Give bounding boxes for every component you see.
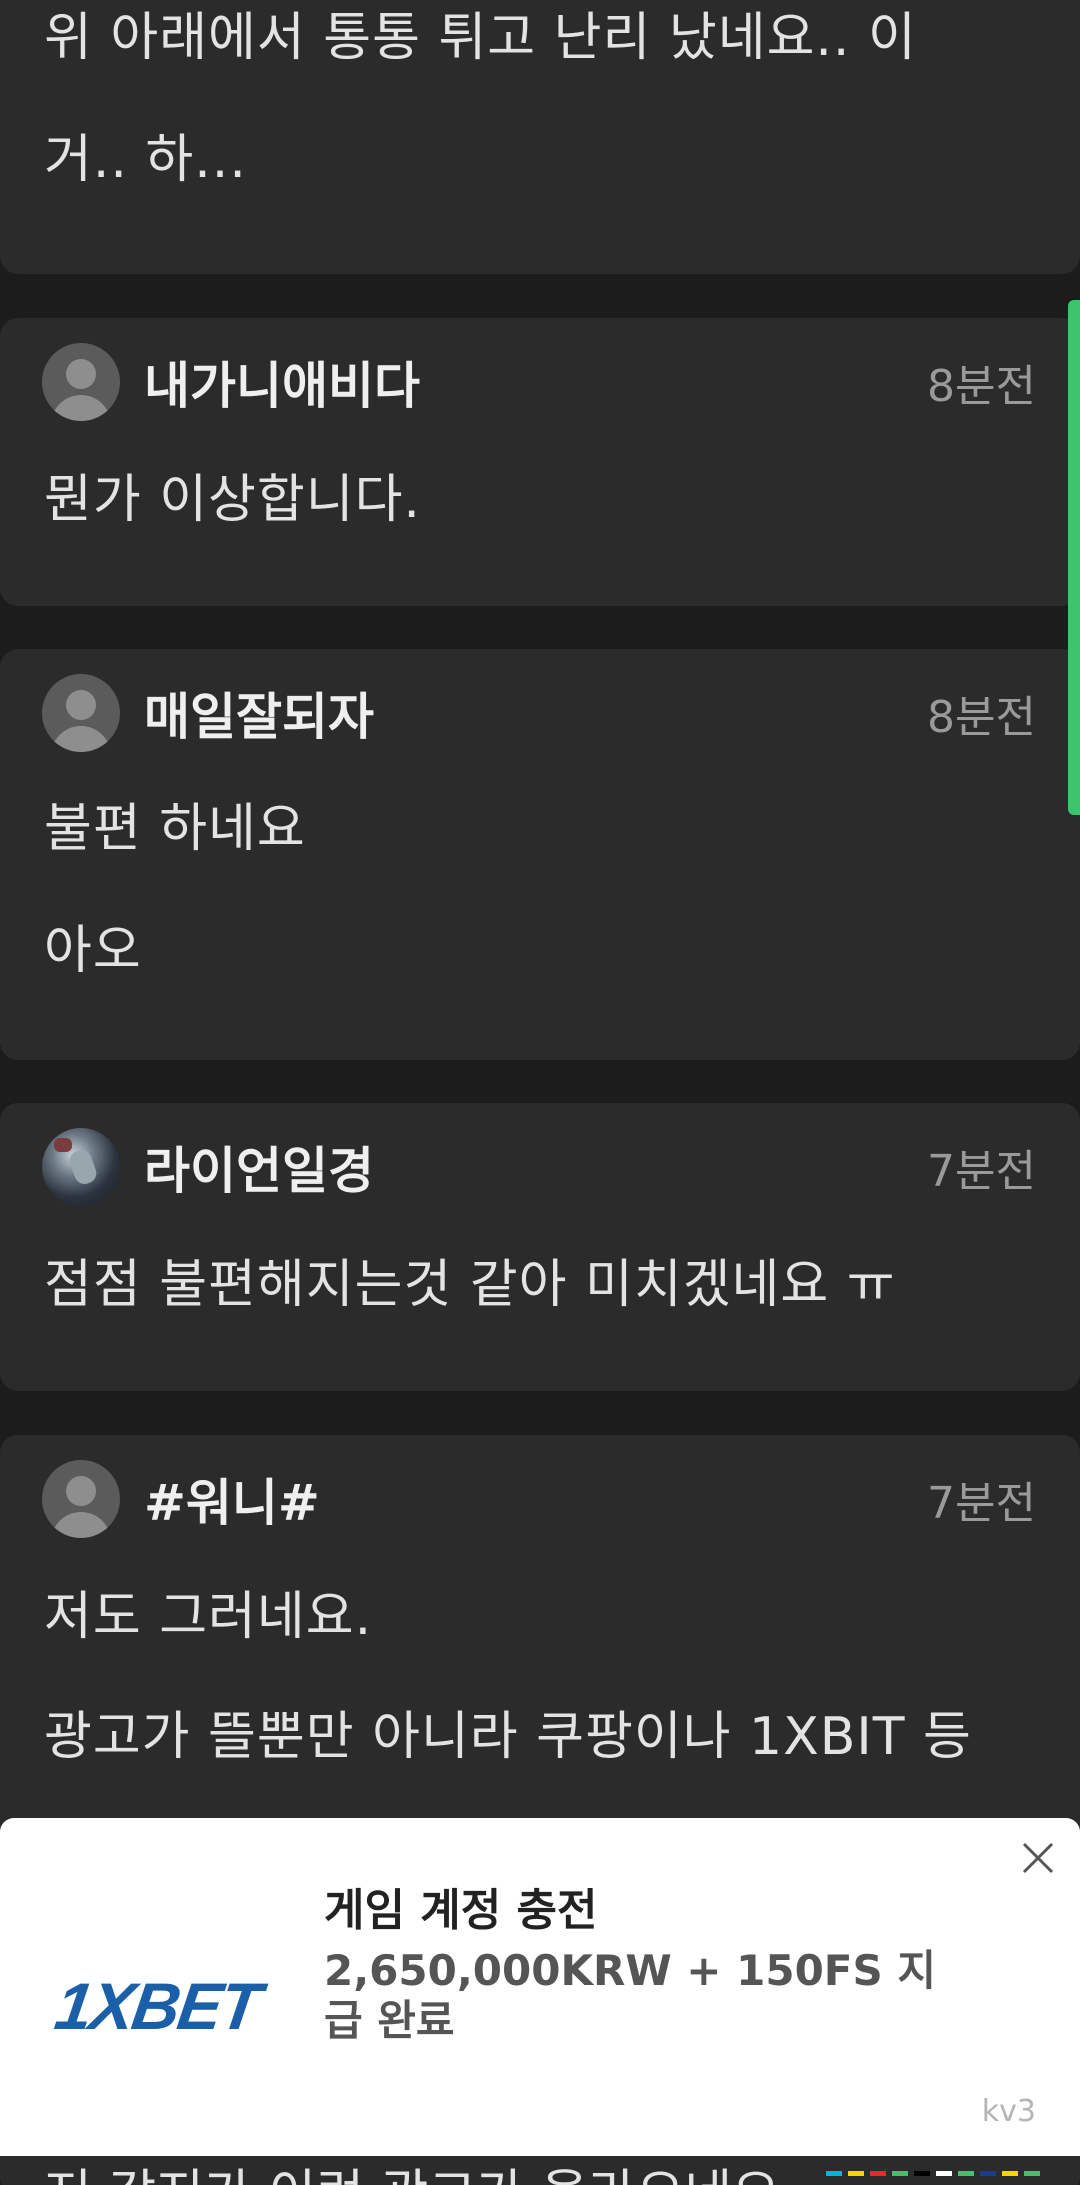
comment-item[interactable]: 매일잘되자 8분전 불편 하네요 아오 — [0, 649, 1080, 1060]
comment-header: 내가니애비다 8분전 — [42, 342, 1036, 422]
comment-username[interactable]: #워니# — [144, 1463, 927, 1535]
ad-tag: kv3 — [981, 2094, 1036, 2129]
post-content-card: 위 아래에서 통통 튀고 난리 났네요.. 이 거.. 하... — [0, 0, 1080, 274]
comment-item[interactable]: 내가니애비다 8분전 뭔가 이상합니다. — [0, 318, 1080, 606]
comment-text: 저도 그러네요. — [44, 1587, 373, 1647]
comment-text-partial: 저 같지가 이런 광고가 올라오네요.. — [44, 2152, 813, 2185]
comment-timestamp: 7분전 — [927, 1478, 1036, 1529]
ad-banner[interactable]: 1XBET 게임 계정 충전 2,650,000KRW + 150FS 지급 완… — [0, 1818, 1080, 2176]
close-icon[interactable] — [1010, 1830, 1066, 1886]
ad-description[interactable]: 2,650,000KRW + 150FS 지급 완료 — [324, 1946, 964, 2046]
comment-timestamp: 8분전 — [927, 692, 1036, 743]
profile-photo-avatar[interactable] — [42, 1128, 120, 1206]
ad-brand-logo[interactable]: 1XBET — [51, 1968, 264, 2044]
comment-username[interactable]: 매일잘되자 — [144, 677, 927, 749]
post-text-line: 위 아래에서 통통 튀고 난리 났네요.. 이 — [44, 8, 917, 68]
comment-text: 아오 — [44, 921, 142, 981]
ad-decorative-stripes — [826, 2171, 1040, 2176]
default-avatar-icon[interactable] — [42, 674, 120, 752]
default-avatar-icon[interactable] — [42, 343, 120, 421]
comment-header: 매일잘되자 8분전 — [42, 673, 1036, 753]
comment-header: #워니# 7분전 — [42, 1459, 1036, 1539]
comment-text: 광고가 뜰뿐만 아니라 쿠팡이나 1XBIT 등 — [44, 1707, 972, 1767]
comment-username[interactable]: 내가니애비다 — [144, 346, 927, 418]
scroll-indicator[interactable] — [1068, 300, 1080, 815]
comment-timestamp: 8분전 — [927, 361, 1036, 412]
comment-header: 라이언일경 7분전 — [42, 1127, 1036, 1207]
default-avatar-icon[interactable] — [42, 1460, 120, 1538]
ad-title[interactable]: 게임 계정 충전 — [324, 1874, 598, 1938]
comment-username[interactable]: 라이언일경 — [144, 1131, 927, 1203]
comment-text: 뭔가 이상합니다. — [44, 470, 421, 530]
comment-timestamp: 7분전 — [927, 1146, 1036, 1197]
comment-page: 위 아래에서 통통 튀고 난리 났네요.. 이 거.. 하... 내가니애비다 … — [0, 0, 1080, 2185]
comment-text: 점점 불편해지는것 같아 미치겠네요 ㅠ — [44, 1255, 896, 1315]
comment-text: 불편 하네요 — [44, 799, 306, 859]
comment-item[interactable]: 라이언일경 7분전 점점 불편해지는것 같아 미치겠네요 ㅠ — [0, 1103, 1080, 1391]
post-text-line: 거.. 하... — [44, 130, 247, 190]
